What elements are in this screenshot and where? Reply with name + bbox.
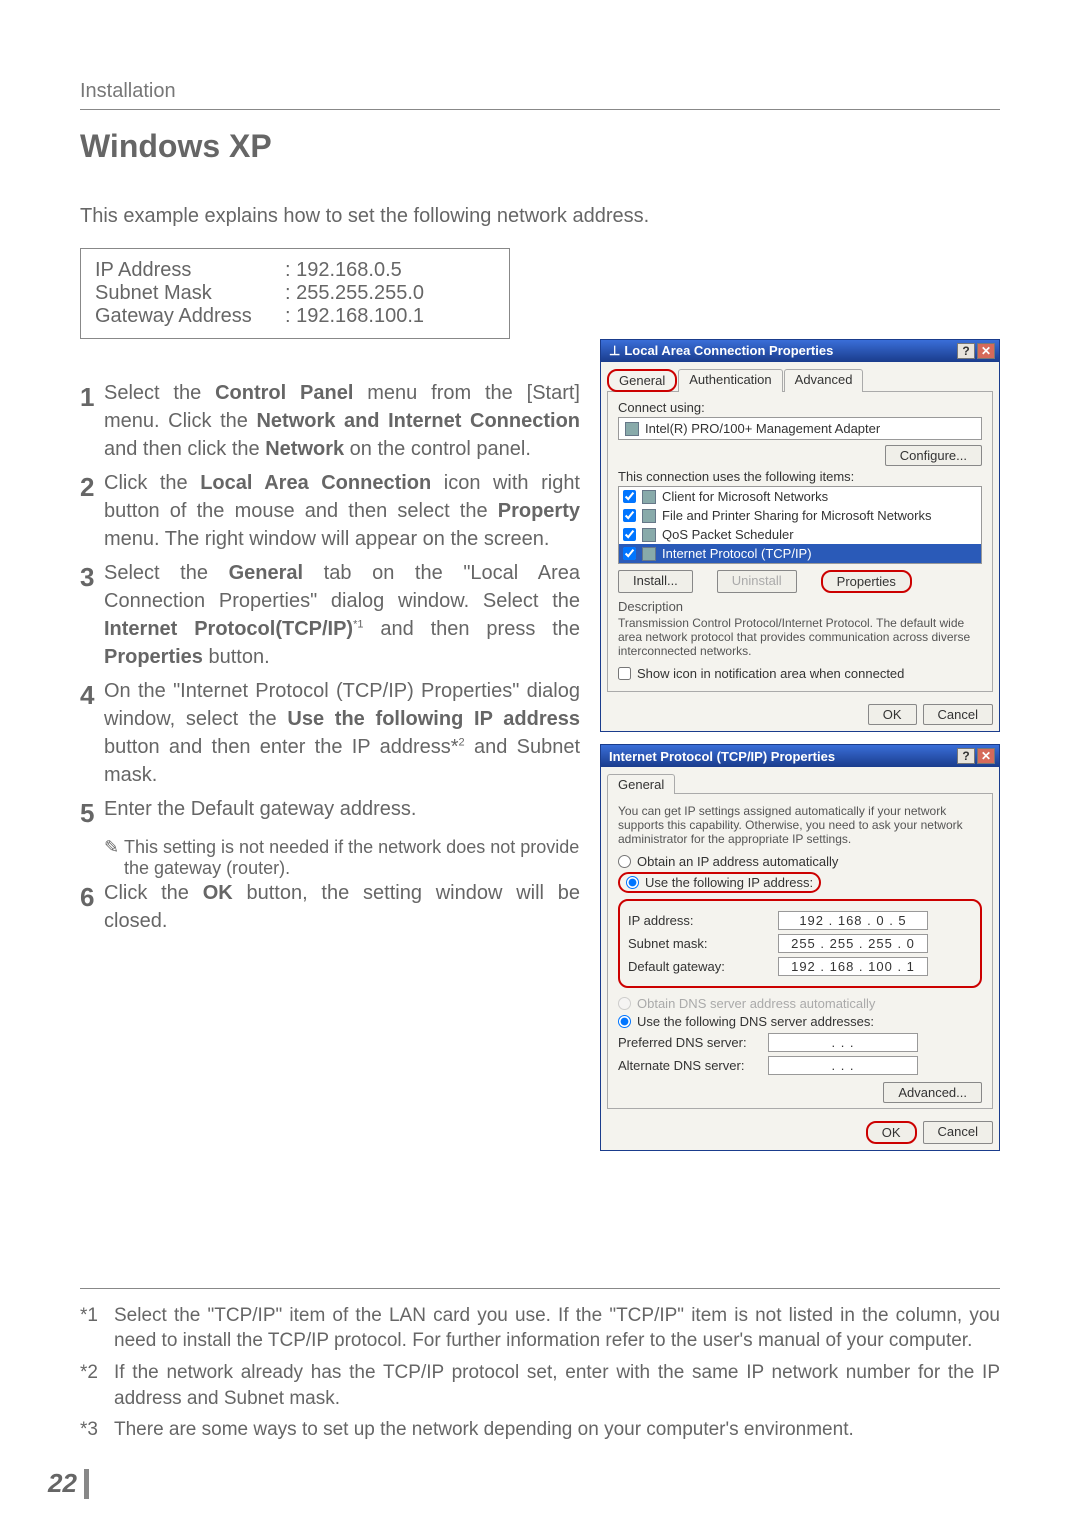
step-1: Select the Control Panel menu from the [… xyxy=(104,379,580,463)
ip-address-label: IP address: xyxy=(628,913,778,928)
tab-advanced[interactable]: Advanced xyxy=(784,369,864,392)
alt-dns-field[interactable]: . . . xyxy=(768,1056,918,1075)
radio-use-ip[interactable] xyxy=(626,876,639,889)
pencil-icon: ✎ xyxy=(104,837,124,879)
local-area-connection-dialog: ⊥Local Area Connection Properties ? ✕ Ge… xyxy=(600,339,1000,732)
step-3: Select the General tab on the "Local Are… xyxy=(104,559,580,671)
gateway-field[interactable]: 192 . 168 . 100 . 1 xyxy=(778,957,928,976)
cancel-button-2[interactable]: Cancel xyxy=(923,1121,993,1144)
radio-obtain-ip[interactable] xyxy=(618,855,631,868)
item2: File and Printer Sharing for Microsoft N… xyxy=(662,508,931,523)
step-num-3: 3 xyxy=(80,559,104,671)
chk-item2[interactable] xyxy=(623,509,636,522)
uses-items-label: This connection uses the following items… xyxy=(618,469,982,484)
radio-use-dns[interactable] xyxy=(618,1015,631,1028)
help-icon[interactable]: ? xyxy=(957,343,975,359)
page-bar xyxy=(84,1469,89,1499)
connect-using-label: Connect using: xyxy=(618,400,982,415)
chk-item3[interactable] xyxy=(623,528,636,541)
radio-obtain-dns xyxy=(618,997,631,1010)
steps-column: 1Select the Control Panel menu from the … xyxy=(80,379,580,1151)
step-num-5: 5 xyxy=(80,795,104,831)
mask-label: Subnet Mask xyxy=(95,282,285,305)
intro-text: This example explains how to set the fol… xyxy=(80,205,1000,228)
step-4: On the "Internet Protocol (TCP/IP) Prope… xyxy=(104,677,580,789)
subnet-mask-label: Subnet mask: xyxy=(628,936,778,951)
pref-dns-field[interactable]: . . . xyxy=(768,1033,918,1052)
fn1-num: *1 xyxy=(80,1303,114,1354)
show-icon-checkbox[interactable] xyxy=(618,667,631,680)
share-icon xyxy=(642,509,656,523)
ok-button[interactable]: OK xyxy=(868,704,917,725)
item4: Internet Protocol (TCP/IP) xyxy=(662,546,812,561)
fn1: Select the "TCP/IP" item of the LAN card… xyxy=(114,1303,1000,1354)
use-ip-label: Use the following IP address: xyxy=(645,875,813,890)
tcpip-blurb: You can get IP settings assigned automat… xyxy=(618,804,982,846)
fn2-num: *2 xyxy=(80,1360,114,1411)
fn3: There are some ways to set up the networ… xyxy=(114,1417,854,1443)
step-num-1: 1 xyxy=(80,379,104,463)
ip-label: IP Address xyxy=(95,259,285,282)
description-text: Transmission Control Protocol/Internet P… xyxy=(618,616,982,658)
item1: Client for Microsoft Networks xyxy=(662,489,828,504)
step-2: Click the Local Area Connection icon wit… xyxy=(104,469,580,553)
subnet-mask-field[interactable]: 255 . 255 . 255 . 0 xyxy=(778,934,928,953)
use-dns-label: Use the following DNS server addresses: xyxy=(637,1014,874,1029)
step-num-6: 6 xyxy=(80,879,104,935)
advanced-button[interactable]: Advanced... xyxy=(883,1082,982,1103)
step-5-note: This setting is not needed if the networ… xyxy=(124,837,580,879)
item3: QoS Packet Scheduler xyxy=(662,527,794,542)
qos-icon xyxy=(642,528,656,542)
dialog2-title: Internet Protocol (TCP/IP) Properties xyxy=(609,749,835,764)
address-box: IP Address: 192.168.0.5 Subnet Mask: 255… xyxy=(80,248,510,339)
ip-value: : 192.168.0.5 xyxy=(285,259,402,282)
step-6: Click the OK button, the setting window … xyxy=(104,879,580,935)
fn3-num: *3 xyxy=(80,1417,114,1443)
tcpip-properties-dialog: Internet Protocol (TCP/IP) Properties ? … xyxy=(600,744,1000,1151)
cancel-button[interactable]: Cancel xyxy=(923,704,993,725)
configure-button[interactable]: Configure... xyxy=(885,445,982,466)
ip-address-field[interactable]: 192 . 168 . 0 . 5 xyxy=(778,911,928,930)
ok-button-2[interactable]: OK xyxy=(866,1121,917,1144)
description-label: Description xyxy=(618,599,982,614)
uninstall-button: Uninstall xyxy=(717,570,797,593)
chk-item1[interactable] xyxy=(623,490,636,503)
fn2: If the network already has the TCP/IP pr… xyxy=(114,1360,1000,1411)
help-icon[interactable]: ? xyxy=(957,748,975,764)
tab-general[interactable]: General xyxy=(607,369,677,392)
mask-value: : 255.255.255.0 xyxy=(285,282,424,305)
section-title: Windows XP xyxy=(80,128,1000,165)
dialog1-title: ⊥Local Area Connection Properties xyxy=(609,343,833,359)
tab-authentication[interactable]: Authentication xyxy=(678,369,782,392)
tcpip-icon xyxy=(642,547,656,561)
nic-icon xyxy=(625,422,639,436)
chk-item4[interactable] xyxy=(623,547,636,560)
step-num-2: 2 xyxy=(80,469,104,553)
obtain-ip-label: Obtain an IP address automatically xyxy=(637,854,838,869)
items-list[interactable]: Client for Microsoft Networks File and P… xyxy=(618,486,982,564)
gateway-label: Default gateway: xyxy=(628,959,778,974)
show-icon-label: Show icon in notification area when conn… xyxy=(637,666,904,681)
footnotes: *1Select the "TCP/IP" item of the LAN ca… xyxy=(80,1288,1000,1449)
client-icon xyxy=(642,490,656,504)
obtain-dns-label: Obtain DNS server address automatically xyxy=(637,996,875,1011)
close-icon[interactable]: ✕ xyxy=(977,748,995,764)
adapter-field: Intel(R) PRO/100+ Management Adapter xyxy=(618,417,982,440)
step-5: Enter the Default gateway address. xyxy=(104,795,580,831)
close-icon[interactable]: ✕ xyxy=(977,343,995,359)
chapter-title: Installation xyxy=(80,80,1000,110)
install-button[interactable]: Install... xyxy=(618,570,693,593)
gw-value: : 192.168.100.1 xyxy=(285,305,424,328)
tab-general-2[interactable]: General xyxy=(607,774,675,794)
gw-label: Gateway Address xyxy=(95,305,285,328)
step-num-4: 4 xyxy=(80,677,104,789)
properties-button[interactable]: Properties xyxy=(821,570,912,593)
alt-dns-label: Alternate DNS server: xyxy=(618,1058,768,1073)
pref-dns-label: Preferred DNS server: xyxy=(618,1035,768,1050)
page-number: 22 xyxy=(48,1468,77,1499)
